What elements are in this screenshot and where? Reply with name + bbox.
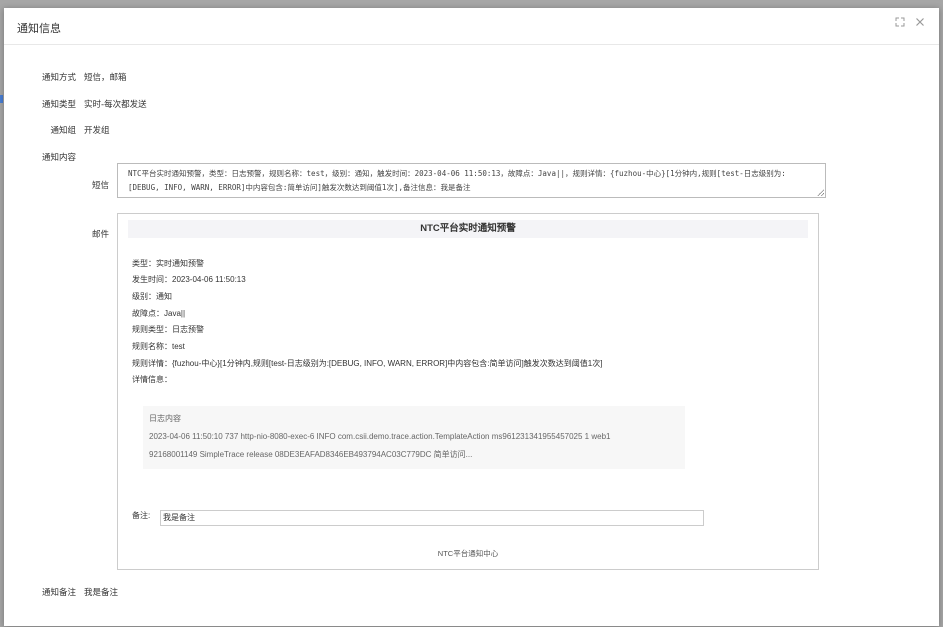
log-line-1: 2023-04-06 11:50:10 737 http-nio-8080-ex… [149, 432, 611, 441]
mail-detail-label: 详情信息： [132, 375, 172, 384]
mail-detail-row: 详情信息： [132, 374, 172, 385]
dialog-title: 通知信息 [17, 22, 61, 35]
mail-level-label: 级别： [132, 292, 156, 301]
mail-rule-detail-row: 规则详情：{fuzhou-中心}[1分钟内,规则[test-日志级别为:[DEB… [132, 358, 602, 369]
sms-label: 短信 [91, 181, 109, 191]
mail-footer: NTC平台通知中心 [437, 549, 499, 558]
mail-rule-type-value: 日志预警 [172, 325, 204, 334]
notify-content-label: 通知内容 [41, 153, 76, 163]
notify-remark-label: 通知备注 [41, 588, 76, 598]
close-icon[interactable] [915, 17, 927, 29]
notify-method-value: 短信，邮箱 [84, 73, 127, 83]
mail-remark-label: 备注: [132, 511, 151, 520]
sms-textarea[interactable]: NTC平台实时通知预警，类型：日志预警，规则名称：test，级别：通知，触发时间… [117, 163, 826, 198]
mail-label: 邮件 [91, 230, 109, 240]
maximize-icon[interactable] [895, 17, 907, 29]
mail-rule-type-label: 规则类型： [132, 325, 172, 334]
mail-rule-name-value: test [172, 342, 185, 351]
mail-type-value: 实时通知预警 [156, 259, 204, 268]
dialog-header: 通知信息 [4, 8, 939, 45]
mail-rule-name-label: 规则名称： [132, 342, 172, 351]
mail-time-label: 发生时间： [132, 275, 172, 284]
notify-group-label: 通知组 [50, 126, 76, 136]
notify-method-label: 通知方式 [41, 73, 76, 83]
header-icons [895, 17, 927, 29]
mail-time-value: 2023-04-06 11:50:13 [172, 275, 246, 284]
background-marker [0, 95, 3, 103]
mail-type-row: 类型：实时通知预警 [132, 258, 204, 269]
mail-rule-detail-value: {fuzhou-中心}[1分钟内,规则[test-日志级别为:[DEBUG, I… [172, 359, 603, 368]
log-line-2: 92168001149 SimpleTrace release 08DE3EAF… [149, 450, 473, 459]
notify-type-value: 实时-每次都发送 [84, 100, 147, 110]
mail-remark-input[interactable]: 我是备注 [160, 510, 704, 526]
notify-type-label: 通知类型 [41, 100, 76, 110]
mail-fault-value: Java|| [164, 309, 186, 318]
mail-time-row: 发生时间：2023-04-06 11:50:13 [132, 274, 246, 285]
mail-rule-name-row: 规则名称：test [132, 341, 185, 352]
mail-fault-row: 故障点：Java|| [132, 308, 185, 319]
mail-level-value: 通知 [156, 292, 172, 301]
mail-fault-label: 故障点： [132, 309, 164, 318]
mail-type-label: 类型： [132, 259, 156, 268]
mail-rule-detail-label: 规则详情： [132, 359, 172, 368]
log-content-box: 日志内容 2023-04-06 11:50:10 737 http-nio-80… [143, 406, 685, 469]
mail-title: NTC平台实时通知预警 [128, 220, 808, 238]
mail-level-row: 级别：通知 [132, 291, 172, 302]
notification-dialog: 通知信息 通知方式 短信，邮箱 通知类型 实时-每次都发送 通知组 开发组 通知… [4, 8, 939, 626]
resize-grip-icon[interactable] [817, 189, 824, 196]
log-title: 日志内容 [149, 414, 181, 423]
notify-group-value: 开发组 [84, 126, 110, 136]
mail-preview-frame: NTC平台实时通知预警 类型：实时通知预警 发生时间：2023-04-06 11… [117, 213, 819, 570]
mail-rule-type-row: 规则类型：日志预警 [132, 324, 204, 335]
sms-text: NTC平台实时通知预警，类型：日志预警，规则名称：test，级别：通知，触发时间… [128, 169, 786, 192]
notify-remark-value: 我是备注 [84, 588, 119, 598]
